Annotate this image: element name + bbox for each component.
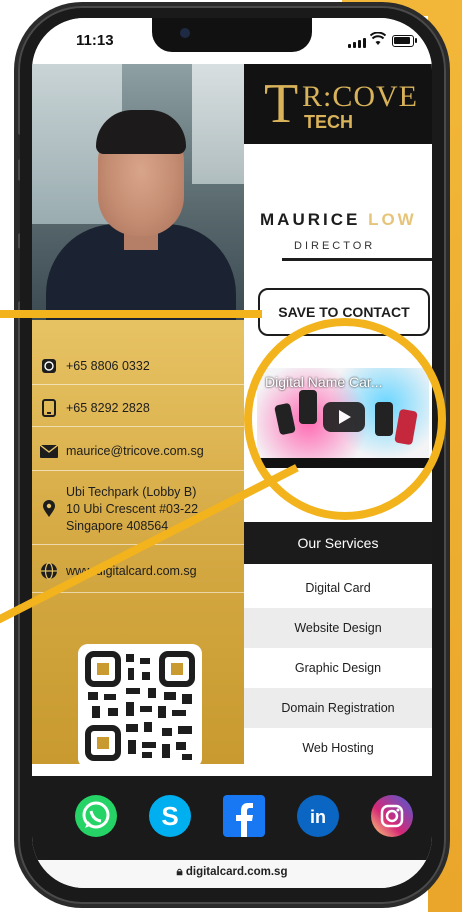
lock-icon: 🔒︎ — [176, 866, 186, 878]
email-address: maurice@tricove.com.sg — [66, 443, 204, 458]
qr-code[interactable] — [78, 644, 202, 768]
phone-number: +65 8292 2828 — [66, 400, 150, 415]
job-title: DIRECTOR — [294, 240, 376, 252]
skype-icon[interactable]: S — [144, 790, 196, 842]
service-website-design[interactable]: Website Design — [244, 608, 432, 648]
map-pin-icon — [38, 500, 60, 518]
logo-name: R:COVE — [302, 80, 419, 113]
svg-text:in: in — [310, 807, 326, 827]
callout-ring — [244, 318, 446, 520]
mute-switch — [16, 134, 20, 160]
first-name: MAURICE — [260, 210, 361, 229]
browser-url[interactable]: 🔒︎ digitalcard.com.sg — [32, 866, 432, 879]
signal-icon — [348, 38, 366, 48]
logo-sub: TECH — [304, 112, 353, 132]
profile-photo — [32, 64, 244, 320]
whatsapp-icon[interactable] — [70, 790, 122, 842]
contact-whatsapp[interactable]: +65 8806 0332 — [32, 348, 244, 385]
address-line-1: Ubi Techpark (Lobby B) — [66, 484, 197, 499]
contact-email[interactable]: maurice@tricove.com.sg — [32, 432, 244, 471]
logo-letter: T — [264, 73, 299, 135]
battery-icon — [392, 35, 417, 47]
globe-icon — [38, 562, 60, 580]
url-text: digitalcard.com.sg — [185, 866, 288, 878]
service-web-hosting[interactable]: Web Hosting — [244, 728, 432, 768]
service-domain-registration[interactable]: Domain Registration — [244, 688, 432, 728]
screenshot-stage: 11:13 +65 8806 0332 +65 8292 2828 mauric… — [0, 0, 462, 912]
status-bar: 11:13 — [32, 18, 432, 64]
volume-down-button — [16, 248, 20, 302]
company-logo: T R:COVE TECH — [244, 64, 432, 144]
svg-text:S: S — [161, 801, 178, 831]
facebook-icon[interactable] — [218, 790, 270, 842]
contact-phone[interactable]: +65 8292 2828 — [32, 390, 244, 427]
callout-line-top — [0, 310, 262, 318]
volume-up-button — [16, 180, 20, 234]
social-bar: S in — [32, 776, 432, 860]
phone-icon — [38, 399, 60, 417]
service-graphic-design[interactable]: Graphic Design — [244, 648, 432, 688]
linkedin-icon[interactable]: in — [292, 790, 344, 842]
status-time: 11:13 — [76, 32, 114, 49]
service-digital-card[interactable]: Digital Card — [244, 568, 432, 608]
instagram-icon[interactable] — [366, 790, 418, 842]
last-name: LOW — [368, 210, 417, 229]
services-heading: Our Services — [244, 522, 432, 564]
whatsapp-number: +65 8806 0332 — [66, 358, 150, 373]
camera-icon — [180, 28, 190, 38]
whatsapp-small-icon — [38, 358, 60, 374]
mail-icon — [38, 444, 60, 458]
address-line-2: 10 Ubi Crescent #03-22 — [66, 501, 199, 516]
person-name: MAURICE LOW — [260, 210, 417, 230]
notch — [152, 18, 312, 52]
wifi-icon — [370, 32, 386, 45]
